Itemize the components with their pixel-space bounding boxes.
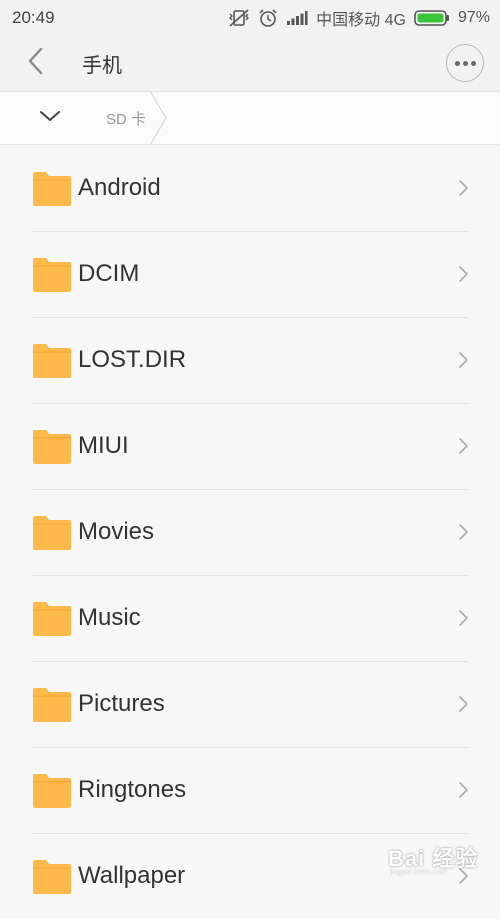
chevron-right-icon	[456, 694, 470, 714]
breadcrumb-item-label: SD 卡	[106, 108, 146, 129]
file-name: MIUI	[78, 432, 456, 460]
chevron-right-icon	[456, 264, 470, 284]
watermark-subtext: jingyan.baidu.com	[390, 869, 446, 876]
file-name: DCIM	[78, 260, 456, 288]
list-item[interactable]: Movies	[32, 489, 468, 575]
folder-icon	[32, 168, 72, 208]
breadcrumb-toggle-button[interactable]	[0, 91, 100, 145]
file-name: Ringtones	[78, 776, 456, 804]
watermark-logo: Bai 经验 jingyan.baidu.com	[384, 833, 494, 885]
chevron-down-icon	[39, 109, 61, 128]
folder-icon	[32, 340, 72, 380]
folder-icon	[32, 598, 72, 638]
list-item[interactable]: DCIM	[32, 231, 468, 317]
folder-icon	[32, 254, 72, 294]
chevron-right-icon	[456, 436, 470, 456]
breadcrumb: SD 卡	[0, 91, 500, 145]
vibrate-off-icon	[228, 8, 250, 28]
list-item[interactable]: Ringtones	[32, 747, 468, 833]
chevron-right-icon	[456, 350, 470, 370]
status-bar: 20:49	[0, 0, 500, 35]
folder-icon	[32, 856, 72, 896]
chevron-right-icon	[456, 780, 470, 800]
status-icons: 中国移动 4G 97%	[228, 6, 490, 30]
list-item[interactable]: Android	[32, 145, 468, 231]
more-options-button[interactable]	[446, 44, 484, 82]
status-time: 20:49	[12, 8, 228, 28]
folder-icon	[32, 684, 72, 724]
chevron-right-icon	[456, 178, 470, 198]
chevron-left-icon	[27, 47, 43, 80]
folder-icon	[32, 512, 72, 552]
list-item[interactable]: MIUI	[32, 403, 468, 489]
breadcrumb-separator-icon	[148, 91, 168, 145]
file-list: Android DCIM LOST.DIR MIUI	[0, 145, 500, 919]
list-item[interactable]: LOST.DIR	[32, 317, 468, 403]
file-name: Android	[78, 174, 456, 202]
page-title: 手机	[70, 49, 446, 78]
battery-percent: 97%	[458, 9, 490, 27]
file-name: Music	[78, 604, 456, 632]
breadcrumb-item-sd-card[interactable]: SD 卡	[100, 91, 168, 145]
folder-icon	[32, 770, 72, 810]
more-dots-icon	[455, 61, 460, 66]
folder-icon	[32, 426, 72, 466]
list-item[interactable]: Music	[32, 575, 468, 661]
list-item[interactable]: Pictures	[32, 661, 468, 747]
file-name: Movies	[78, 518, 456, 546]
file-name: Pictures	[78, 690, 456, 718]
signal-icon	[286, 10, 308, 26]
carrier-label: 中国移动 4G	[316, 6, 406, 30]
chevron-right-icon	[456, 608, 470, 628]
alarm-icon	[258, 8, 278, 28]
file-name: LOST.DIR	[78, 346, 456, 374]
battery-icon	[414, 9, 450, 27]
app-header: 手机	[0, 35, 500, 91]
chevron-right-icon	[456, 522, 470, 542]
back-button[interactable]	[0, 35, 70, 91]
